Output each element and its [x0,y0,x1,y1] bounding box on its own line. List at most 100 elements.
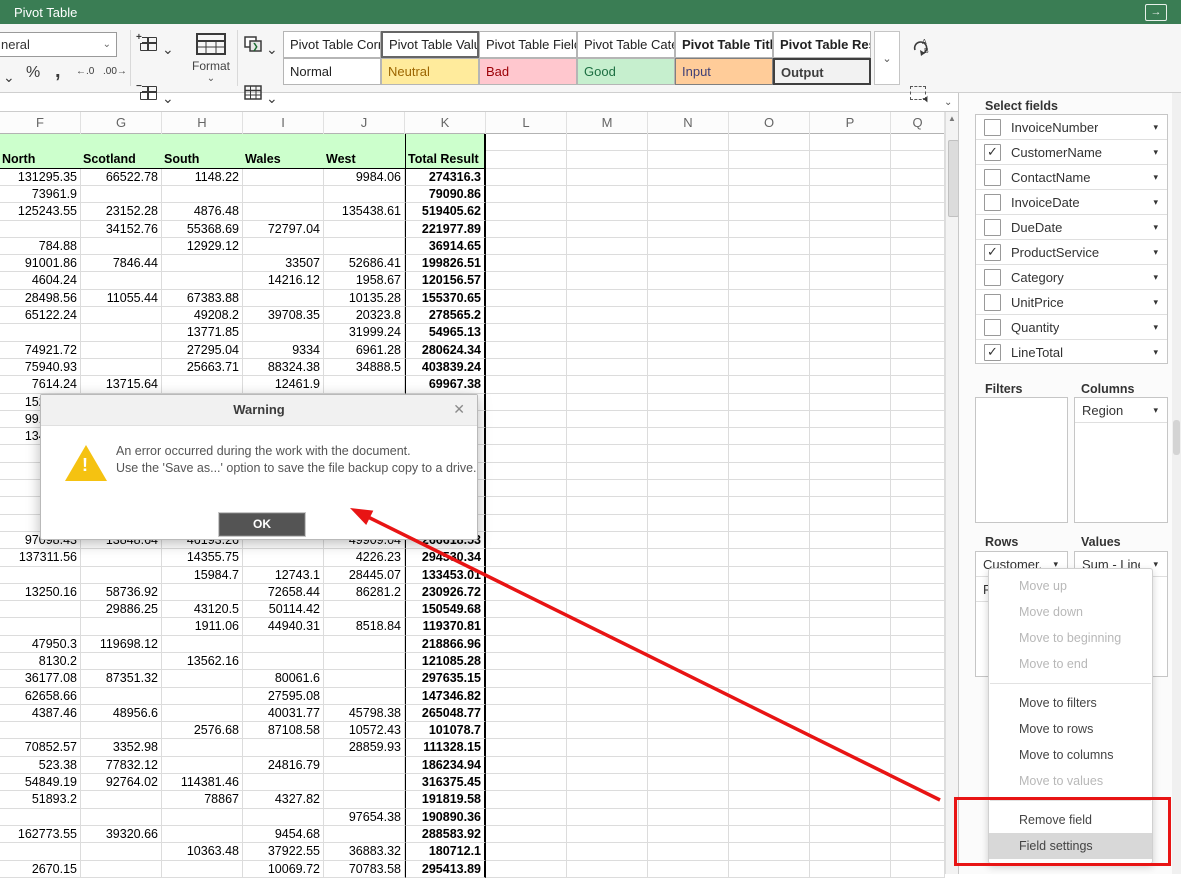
empty-cell[interactable] [729,826,810,843]
value-cell[interactable] [0,843,81,860]
value-cell[interactable] [324,757,405,774]
menu-item-move-to-filters[interactable]: Move to filters [989,690,1152,716]
pivot-header-wales[interactable]: Wales [243,151,324,168]
empty-cell[interactable] [810,618,891,635]
menu-item-move-to-rows[interactable]: Move to rows [989,716,1152,742]
empty-cell[interactable] [648,757,729,774]
total-cell[interactable]: 274316.3 [405,169,486,186]
value-cell[interactable]: 80061.6 [243,670,324,687]
total-cell[interactable]: 36914.65 [405,238,486,255]
empty-cell[interactable] [810,826,891,843]
empty-cell[interactable] [891,653,945,670]
empty-cell[interactable] [486,670,567,687]
empty-cell[interactable] [648,497,729,514]
style-chip-input[interactable]: Input [675,58,773,85]
empty-cell[interactable] [810,290,891,307]
total-cell[interactable]: 297635.15 [405,670,486,687]
empty-cell[interactable] [810,411,891,428]
value-cell[interactable] [81,238,162,255]
chevron-down-icon[interactable]: ▾ [1153,272,1158,283]
value-cell[interactable] [0,722,81,739]
empty-cell[interactable] [648,238,729,255]
chevron-down-icon[interactable]: ▾ [1153,197,1158,208]
value-cell[interactable] [162,809,243,826]
empty-cell[interactable] [891,515,945,532]
empty-cell[interactable] [648,584,729,601]
empty-cell[interactable] [810,307,891,324]
empty-cell[interactable] [810,255,891,272]
empty-cell[interactable] [567,549,648,566]
field-item-quantity[interactable]: Quantity▾ [976,315,1167,340]
total-cell[interactable]: 230926.72 [405,584,486,601]
empty-cell[interactable] [648,739,729,756]
value-cell[interactable] [81,272,162,289]
empty-cell[interactable] [891,774,945,791]
chevron-down-icon[interactable]: ⌄ [162,41,174,58]
empty-cell[interactable] [648,549,729,566]
value-cell[interactable] [324,238,405,255]
empty-cell[interactable] [729,757,810,774]
value-cell[interactable] [81,618,162,635]
value-cell[interactable] [243,774,324,791]
value-cell[interactable]: 7614.24 [0,376,81,393]
value-cell[interactable]: 27295.04 [162,342,243,359]
value-cell[interactable]: 15984.7 [162,567,243,584]
empty-cell[interactable] [729,670,810,687]
chevron-down-icon[interactable]: ⌄ [266,90,278,107]
value-cell[interactable] [81,549,162,566]
value-cell[interactable] [243,169,324,186]
value-cell[interactable]: 10363.48 [162,843,243,860]
value-cell[interactable]: 67383.88 [162,290,243,307]
empty-cell[interactable] [891,290,945,307]
value-cell[interactable] [81,359,162,376]
menu-item-move-to-columns[interactable]: Move to columns [989,742,1152,768]
empty-cell[interactable] [648,843,729,860]
empty-cell[interactable] [486,618,567,635]
value-cell[interactable]: 51893.2 [0,791,81,808]
empty-cell[interactable] [810,705,891,722]
empty-cell[interactable] [648,290,729,307]
table-style-icon[interactable] [244,85,262,103]
empty-cell[interactable] [891,411,945,428]
empty-cell[interactable] [648,376,729,393]
percent-format-icon[interactable]: % [26,64,40,82]
empty-cell[interactable] [486,497,567,514]
value-cell[interactable] [0,618,81,635]
empty-cell[interactable] [891,428,945,445]
style-chip-good[interactable]: Good [577,58,675,85]
empty-cell[interactable] [486,567,567,584]
value-cell[interactable]: 87351.32 [81,670,162,687]
empty-cell[interactable] [486,255,567,272]
style-chip-pivot-table-titl[interactable]: Pivot Table Titl [675,31,773,58]
empty-cell[interactable] [567,376,648,393]
value-cell[interactable] [81,688,162,705]
total-cell[interactable]: 295413.89 [405,861,486,878]
empty-cell[interactable] [648,567,729,584]
value-cell[interactable] [162,826,243,843]
value-cell[interactable] [0,601,81,618]
value-cell[interactable]: 50114.42 [243,601,324,618]
value-cell[interactable] [162,186,243,203]
empty-cell[interactable] [567,601,648,618]
sidebar-scroll-thumb[interactable] [1173,420,1180,455]
empty-cell[interactable] [891,376,945,393]
empty-cell[interactable] [486,722,567,739]
value-cell[interactable]: 8130.2 [0,653,81,670]
value-cell[interactable] [243,186,324,203]
empty-cell[interactable] [891,636,945,653]
empty-cell[interactable] [486,203,567,220]
chevron-down-icon[interactable]: ▾ [1153,297,1158,308]
empty-cell[interactable] [729,376,810,393]
empty-cell[interactable] [648,809,729,826]
value-cell[interactable]: 11055.44 [81,290,162,307]
empty-cell[interactable] [729,359,810,376]
empty-cell[interactable] [567,134,648,151]
empty-cell[interactable] [648,826,729,843]
value-cell[interactable]: 2576.68 [162,722,243,739]
value-cell[interactable]: 10069.72 [243,861,324,878]
delete-cells-icon[interactable]: − [140,86,157,103]
value-cell[interactable]: 34152.76 [81,221,162,238]
value-cell[interactable] [324,688,405,705]
empty-cell[interactable] [729,739,810,756]
value-cell[interactable]: 55368.69 [162,221,243,238]
